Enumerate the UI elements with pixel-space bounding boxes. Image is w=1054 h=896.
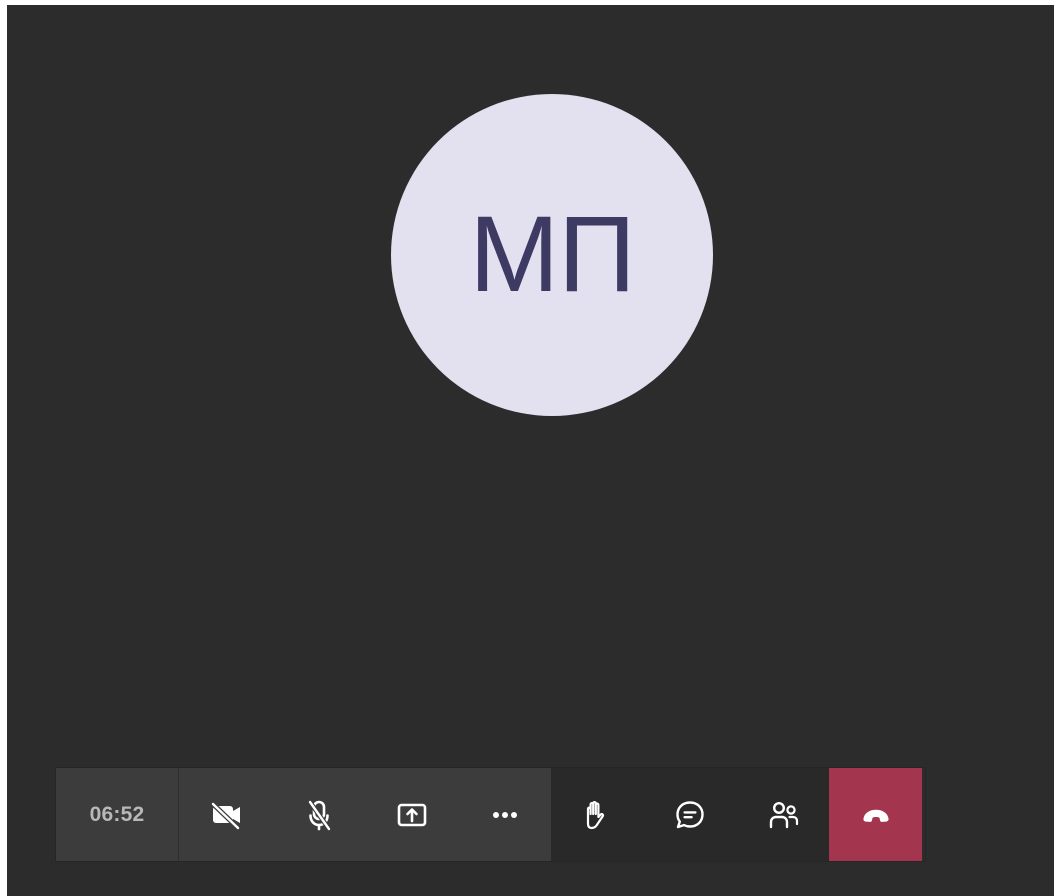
share-screen-icon: [397, 803, 426, 826]
chat-button[interactable]: [644, 768, 737, 861]
chat-icon: [676, 800, 704, 828]
microphone-off-icon: [307, 799, 331, 831]
more-options-icon: [492, 811, 517, 818]
call-stage: МП 06:52: [7, 5, 1054, 896]
camera-off-icon: [210, 801, 240, 830]
toggle-microphone-button[interactable]: [272, 768, 365, 861]
call-controls-toolbar: 06:52: [56, 768, 925, 861]
participants-icon: [769, 801, 798, 828]
participant-initials: МП: [469, 193, 636, 314]
call-timer: 06:52: [56, 768, 179, 861]
raise-hand-button[interactable]: [551, 768, 644, 861]
participants-button[interactable]: [736, 768, 829, 861]
secondary-call-controls: [551, 768, 829, 861]
hang-up-button[interactable]: [829, 768, 922, 861]
primary-call-controls: [179, 768, 551, 861]
more-actions-button[interactable]: [458, 768, 551, 861]
raise-hand-icon: [587, 800, 605, 829]
share-screen-button[interactable]: [365, 768, 458, 861]
participant-avatar: МП: [391, 94, 713, 416]
hang-up-icon: [862, 809, 889, 822]
toggle-camera-button[interactable]: [179, 768, 272, 861]
